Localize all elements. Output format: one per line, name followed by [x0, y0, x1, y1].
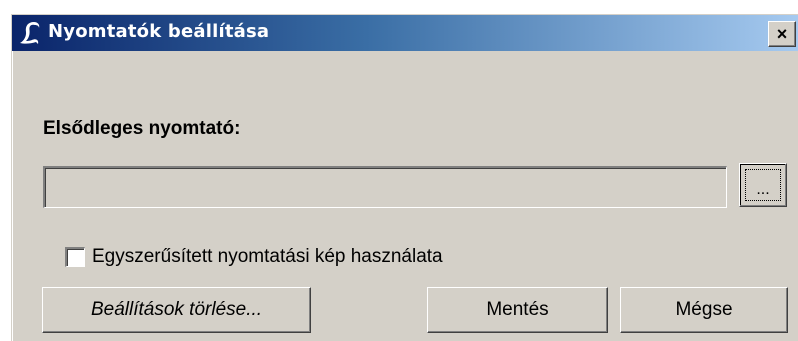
- window-title: Nyomtatók beállítása: [48, 21, 270, 42]
- browse-button-label: ...: [745, 169, 781, 201]
- close-button[interactable]: ×: [768, 21, 796, 47]
- save-button[interactable]: Mentés: [427, 287, 608, 333]
- cancel-button[interactable]: Mégse: [620, 287, 788, 333]
- app-logo-icon: [20, 22, 40, 44]
- close-icon: ×: [776, 23, 788, 44]
- simplified-preview-option[interactable]: Egyszerűsített nyomtatási kép használata: [65, 244, 443, 270]
- simplified-preview-label: Egyszerűsített nyomtatási kép használata: [92, 246, 443, 267]
- reset-settings-button[interactable]: Beállítások törlése...: [42, 287, 311, 333]
- title-bar[interactable]: Nyomtatók beállítása ×: [12, 15, 798, 51]
- simplified-preview-checkbox[interactable]: [65, 247, 85, 267]
- browse-button[interactable]: ...: [739, 163, 787, 207]
- primary-printer-field[interactable]: [43, 166, 727, 208]
- primary-printer-label: Elsődleges nyomtató:: [43, 118, 241, 139]
- printer-settings-dialog: Nyomtatók beállítása × Elsődleges nyomta…: [11, 14, 798, 341]
